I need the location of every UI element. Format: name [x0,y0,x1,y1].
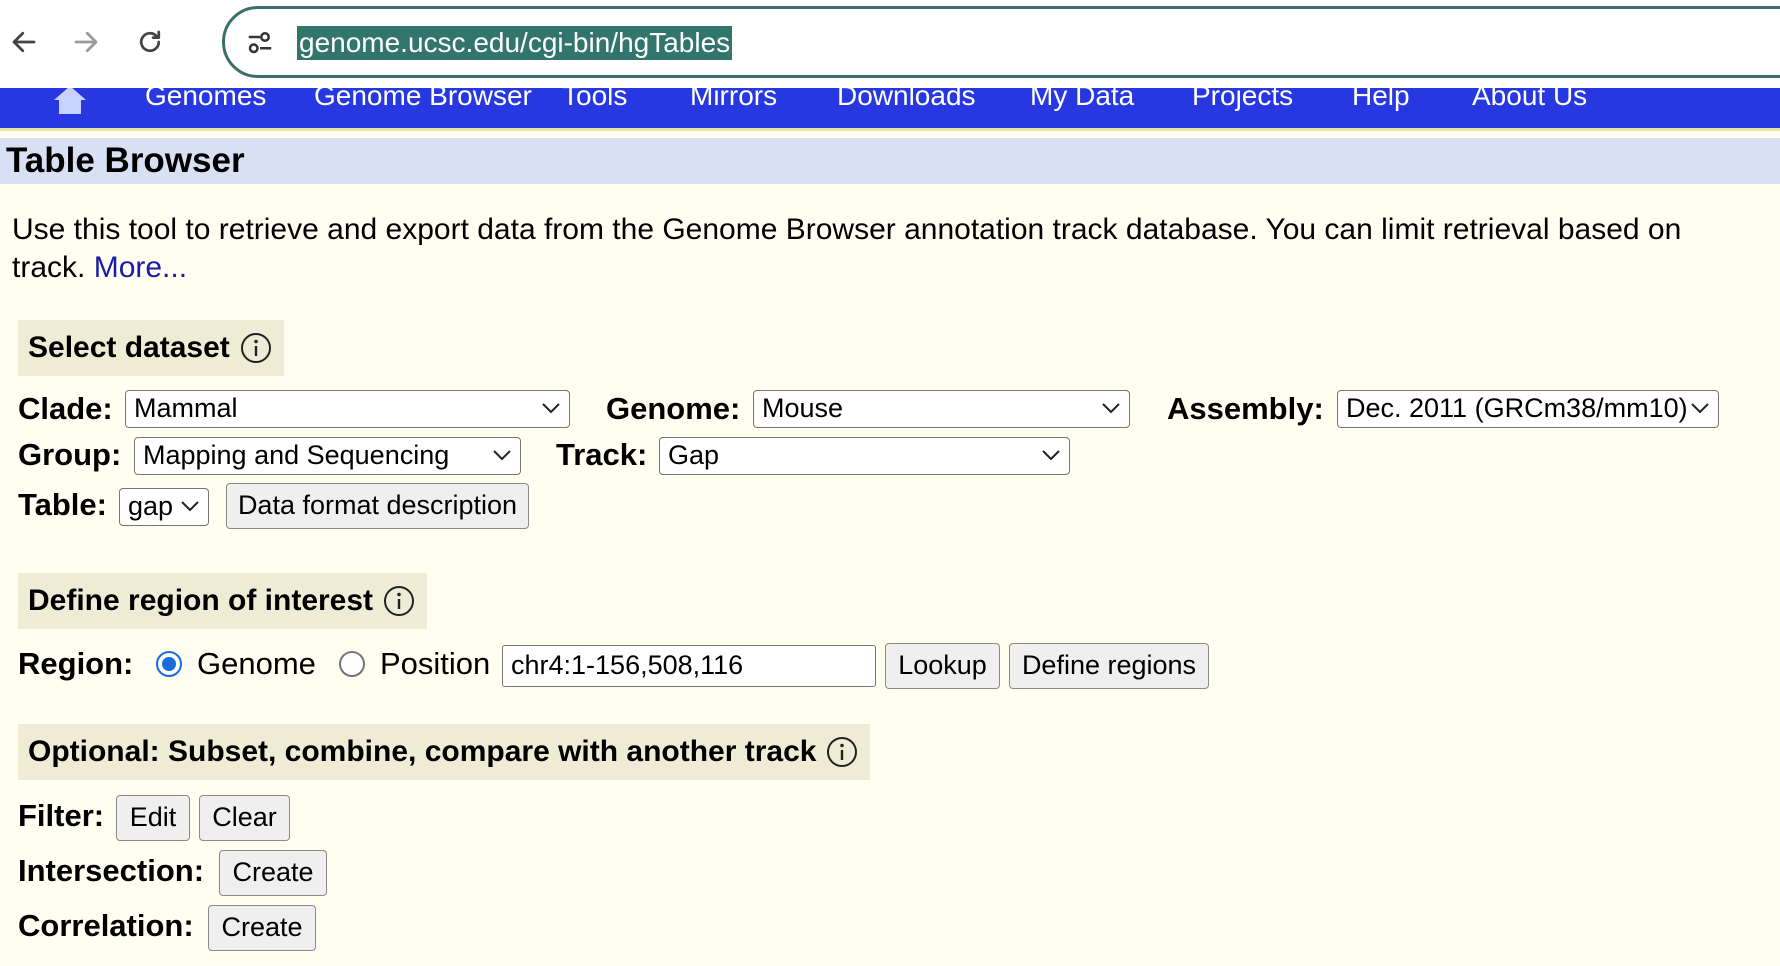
nav-my-data[interactable]: My Data [1030,88,1134,116]
group-label: Group: [18,437,122,472]
title-bar: Table Browser [0,138,1780,184]
chevron-down-icon [542,403,560,414]
genome-select[interactable]: Mouse [753,390,1130,428]
genome-value: Mouse [762,393,844,423]
reload-button[interactable] [128,20,172,64]
site-nav-bar: Genomes Genome Browser Tools Mirrors Dow… [0,88,1780,128]
group-value: Mapping and Sequencing [143,440,450,470]
group-select[interactable]: Mapping and Sequencing [134,437,521,475]
assembly-value: Dec. 2011 (GRCm38/mm10) [1346,393,1688,423]
table-label: Table: [18,487,107,522]
genome-radio[interactable] [156,651,182,677]
clade-select[interactable]: Mammal [125,390,570,428]
correlation-create-button[interactable]: Create [208,905,316,951]
clade-value: Mammal [134,393,238,423]
optional-title: Optional: Subset, combine, compare with … [28,735,817,768]
nav-divider [0,128,1780,131]
nav-mirrors[interactable]: Mirrors [690,88,777,116]
nav-tools[interactable]: Tools [562,88,627,116]
correlation-label: Correlation: [18,908,194,943]
intro-text: Use this tool to retrieve and export dat… [12,211,1780,287]
track-value: Gap [668,440,720,470]
chevron-down-icon [493,450,511,461]
position-input[interactable]: chr4:1-156,508,116 [502,645,876,687]
clade-label: Clade: [18,391,113,426]
info-icon[interactable] [826,736,858,768]
nav-projects[interactable]: Projects [1192,88,1293,116]
home-icon[interactable] [50,88,90,114]
tune-icon[interactable] [245,27,275,57]
back-button[interactable] [2,20,46,64]
select-dataset-title: Select dataset [28,331,230,364]
position-radio[interactable] [339,651,365,677]
track-label: Track: [556,437,648,472]
define-region-header: Define region of interest [18,573,428,629]
assembly-select[interactable]: Dec. 2011 (GRCm38/mm10) [1337,390,1719,428]
browser-toolbar: genome.ucsc.edu/cgi-bin/hgTables [0,0,1780,88]
info-icon[interactable] [383,585,415,617]
nav-about-us[interactable]: About Us [1472,88,1587,116]
intro-line-1: Use this tool to retrieve and export dat… [12,213,1682,246]
chevron-down-icon [1042,450,1060,461]
info-icon[interactable] [240,332,272,364]
position-option-label[interactable]: Position [380,646,490,682]
more-link[interactable]: More... [94,251,187,284]
region-label: Region: [18,646,134,681]
nav-genome-browser[interactable]: Genome Browser [314,88,532,116]
genome-label: Genome: [606,391,741,426]
reload-icon [139,30,161,53]
forward-arrow-icon [74,31,98,53]
table-value: gap [128,491,174,521]
table-select[interactable]: gap [119,488,209,526]
data-format-description-button[interactable]: Data format description [226,483,529,529]
filter-clear-button[interactable]: Clear [199,795,290,841]
back-arrow-icon [12,31,36,53]
assembly-label: Assembly: [1167,391,1324,426]
nav-help[interactable]: Help [1352,88,1410,116]
optional-header: Optional: Subset, combine, compare with … [18,724,871,780]
chevron-down-icon [1102,403,1120,414]
forward-button[interactable] [64,20,108,64]
chevron-down-icon [181,501,199,512]
page-title: Table Browser [6,141,245,180]
nav-genomes[interactable]: Genomes [145,88,266,116]
position-value: chr4:1-156,508,116 [511,650,744,680]
intro-line-2-text: track. [12,251,86,284]
filter-edit-button[interactable]: Edit [116,795,190,841]
filter-label: Filter: [18,798,105,833]
lookup-button[interactable]: Lookup [885,643,1000,689]
chevron-down-icon [1691,403,1709,414]
nav-downloads[interactable]: Downloads [837,88,976,116]
url-text[interactable]: genome.ucsc.edu/cgi-bin/hgTables [297,26,733,60]
select-dataset-header: Select dataset [18,320,284,376]
track-select[interactable]: Gap [659,437,1070,475]
address-bar[interactable]: genome.ucsc.edu/cgi-bin/hgTables [222,6,1780,78]
define-regions-button[interactable]: Define regions [1009,643,1209,689]
intersection-create-button[interactable]: Create [219,850,327,896]
genome-option-label[interactable]: Genome [197,646,316,682]
intersection-label: Intersection: [18,853,205,888]
intro-line-2: track. More... [12,249,1780,287]
define-region-title: Define region of interest [28,584,374,617]
